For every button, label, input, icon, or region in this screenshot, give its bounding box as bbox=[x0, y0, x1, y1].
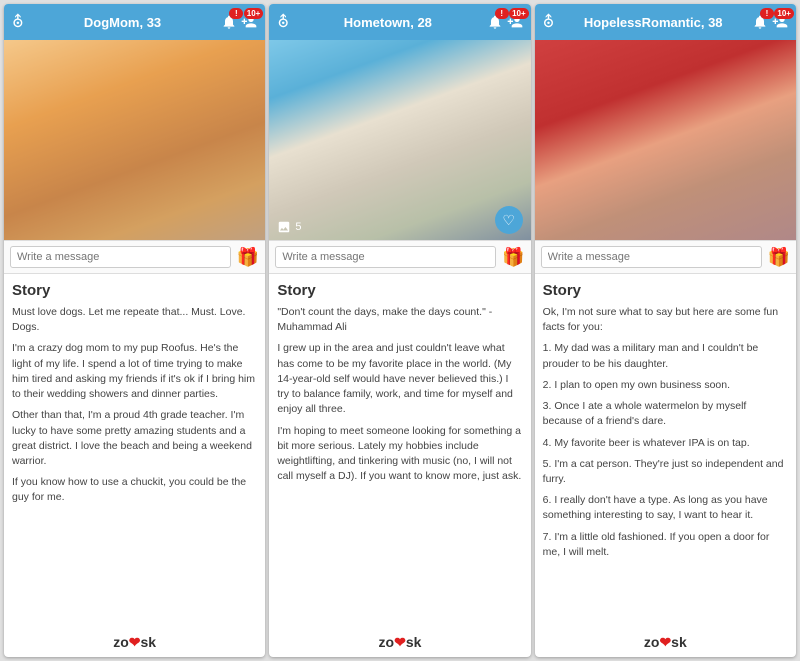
photo-count: 5 bbox=[295, 221, 301, 233]
gift-button[interactable]: 🎁 bbox=[502, 247, 524, 268]
story-paragraph: I grew up in the area and just couldn't … bbox=[277, 341, 522, 417]
message-bar: 🎁 bbox=[4, 240, 265, 274]
message-input[interactable] bbox=[541, 246, 762, 268]
notification-icon[interactable]: ! bbox=[487, 14, 503, 30]
story-paragraph: Ok, I'm not sure what to say but here ar… bbox=[543, 305, 788, 335]
story-paragraph: 3. Once I ate a whole watermelon by myse… bbox=[543, 399, 788, 429]
gift-button[interactable]: 🎁 bbox=[768, 247, 790, 268]
message-bar: 🎁 bbox=[269, 240, 530, 274]
profile-photo bbox=[535, 40, 796, 240]
story-paragraph: I'm a crazy dog mom to my pup Roofus. He… bbox=[12, 341, 257, 402]
story-paragraph: Other than that, I'm a proud 4th grade t… bbox=[12, 408, 257, 469]
add-user-icon[interactable]: 10+ bbox=[772, 14, 788, 30]
story-paragraph: 7. I'm a little old fashioned. If you op… bbox=[543, 530, 788, 560]
message-input[interactable] bbox=[275, 246, 496, 268]
zoosk-heart: ❤ bbox=[394, 634, 406, 650]
story-title: Story bbox=[543, 282, 788, 299]
filter-icon[interactable]: ⛢ bbox=[277, 12, 289, 32]
header-right-icons: ! 10+ bbox=[221, 14, 257, 30]
add-user-icon[interactable]: 10+ bbox=[507, 14, 523, 30]
story-paragraph: 4. My favorite beer is whatever IPA is o… bbox=[543, 436, 788, 451]
story-paragraph: I'm hoping to meet someone looking for s… bbox=[277, 424, 522, 485]
story-section: Story "Don't count the days, make the da… bbox=[269, 274, 530, 630]
notification-icon[interactable]: ! bbox=[221, 14, 237, 30]
add-user-badge: 10+ bbox=[774, 8, 794, 19]
story-paragraph: If you know how to use a chuckit, you co… bbox=[12, 475, 257, 505]
profile-photo: 5 ♡ bbox=[269, 40, 530, 240]
story-paragraph: 1. My dad was a military man and I could… bbox=[543, 341, 788, 371]
card-header: ⛢ Hometown, 28 ! 10+ bbox=[269, 4, 530, 40]
add-user-badge: 10+ bbox=[244, 8, 264, 19]
story-paragraph: 2. I plan to open my own business soon. bbox=[543, 378, 788, 393]
filter-icon[interactable]: ⛢ bbox=[543, 12, 555, 32]
story-text: "Don't count the days, make the days cou… bbox=[277, 305, 522, 484]
add-user-icon[interactable]: 10+ bbox=[241, 14, 257, 30]
card-header: ⛢ HopelessRomantic, 38 ! 10+ bbox=[535, 4, 796, 40]
story-paragraph: 6. I really don't have a type. As long a… bbox=[543, 493, 788, 523]
notification-icon[interactable]: ! bbox=[752, 14, 768, 30]
card-header: ⛢ DogMom, 33 ! 10+ bbox=[4, 4, 265, 40]
add-user-badge: 10+ bbox=[509, 8, 529, 19]
story-paragraph: 5. I'm a cat person. They're just so ind… bbox=[543, 457, 788, 487]
profile-photo bbox=[4, 40, 265, 240]
story-text: Must love dogs. Let me repeate that... M… bbox=[12, 305, 257, 506]
profile-name: HopelessRomantic, 38 bbox=[554, 15, 752, 30]
zoosk-logo: zo❤sk bbox=[269, 630, 530, 657]
like-button[interactable]: ♡ bbox=[495, 206, 523, 234]
header-right-icons: ! 10+ bbox=[487, 14, 523, 30]
profile-card-3: ⛢ HopelessRomantic, 38 ! 10+ 🎁 Story bbox=[535, 4, 796, 657]
story-title: Story bbox=[277, 282, 522, 299]
profile-card-2: ⛢ Hometown, 28 ! 10+ 5 ♡ bbox=[269, 4, 530, 657]
zoosk-heart: ❤ bbox=[129, 634, 141, 650]
profile-name: DogMom, 33 bbox=[24, 15, 222, 30]
message-input[interactable] bbox=[10, 246, 231, 268]
profile-card-1: ⛢ DogMom, 33 ! 10+ 🎁 Story bbox=[4, 4, 265, 657]
story-title: Story bbox=[12, 282, 257, 299]
profile-name: Hometown, 28 bbox=[289, 15, 487, 30]
story-paragraph: Must love dogs. Let me repeate that... M… bbox=[12, 305, 257, 335]
story-section: Story Must love dogs. Let me repeate tha… bbox=[4, 274, 265, 630]
filter-icon[interactable]: ⛢ bbox=[12, 12, 24, 32]
story-text: Ok, I'm not sure what to say but here ar… bbox=[543, 305, 788, 560]
photo-overlay: 5 bbox=[277, 220, 301, 234]
gift-button[interactable]: 🎁 bbox=[237, 247, 259, 268]
zoosk-logo: zo❤sk bbox=[535, 630, 796, 657]
story-section: Story Ok, I'm not sure what to say but h… bbox=[535, 274, 796, 630]
message-bar: 🎁 bbox=[535, 240, 796, 274]
zoosk-heart: ❤ bbox=[659, 634, 671, 650]
zoosk-logo: zo❤sk bbox=[4, 630, 265, 657]
header-right-icons: ! 10+ bbox=[752, 14, 788, 30]
story-paragraph: "Don't count the days, make the days cou… bbox=[277, 305, 522, 335]
